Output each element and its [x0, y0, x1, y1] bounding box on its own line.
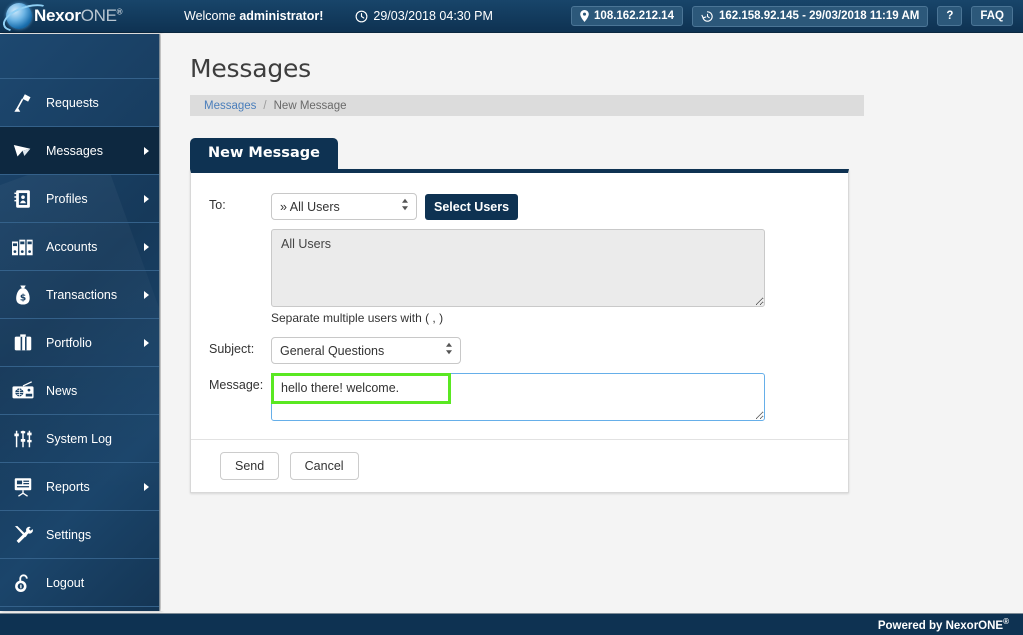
footer-registered: ®: [1003, 617, 1009, 627]
sidebar-item-portfolio[interactable]: Portfolio: [0, 319, 159, 367]
to-field-row: To: » All Users Select Users All Users S…: [191, 193, 848, 325]
sidebar-item-profiles[interactable]: Profiles: [0, 175, 159, 223]
cancel-button[interactable]: Cancel: [289, 452, 359, 480]
sidebar-item-label: System Log: [46, 431, 113, 446]
footer-credit-text: Powered by NexorONE: [877, 619, 1004, 632]
message-label: Message:: [209, 378, 264, 392]
sidebar-item-transactions[interactable]: $ Transactions: [0, 271, 159, 319]
chevron-right-icon: [144, 194, 149, 203]
sidebar-item-label: Portfolio: [46, 335, 92, 350]
history-clock-icon: [701, 10, 714, 23]
help-button[interactable]: ?: [937, 6, 963, 26]
message-field-group: hello there! welcome.: [271, 373, 765, 421]
new-message-form: To: » All Users Select Users All Users S…: [191, 173, 848, 439]
money-bag-icon: $: [0, 284, 46, 306]
subject-select-wrapper: General Questions: [271, 337, 461, 364]
sidebar-item-label: Messages: [46, 143, 103, 158]
to-field-hint: Separate multiple users with ( , ): [271, 311, 444, 325]
brand-logo-one: ONE: [80, 6, 117, 25]
welcome-prefix: Welcome: [184, 9, 240, 23]
presentation-icon: [0, 476, 46, 498]
last-login-pill[interactable]: 162.158.92.145 - 29/03/2018 11:19 AM: [691, 5, 929, 27]
location-pin-icon: [580, 10, 589, 22]
unlocked-padlock-icon: [0, 572, 46, 594]
sliders-icon: [0, 428, 46, 450]
send-button[interactable]: Send: [220, 452, 280, 480]
last-login-text: 162.158.92.145 - 29/03/2018 11:19 AM: [718, 10, 920, 22]
form-actions: Send Cancel: [191, 439, 848, 492]
breadcrumb-separator: /: [263, 99, 267, 112]
top-header-bar: NexorONE® Welcome administrator! 29/03/2…: [0, 0, 1023, 33]
sidebar-item-logout[interactable]: Logout: [0, 559, 159, 607]
address-book-icon: [0, 188, 46, 210]
new-message-panel: To: » All Users Select Users All Users S…: [190, 169, 849, 493]
svg-text:$: $: [20, 293, 26, 303]
message-field-row: Message: hello there! welcome.: [191, 373, 848, 421]
sidebar-item-accounts[interactable]: Accounts: [0, 223, 159, 271]
brand-logo[interactable]: NexorONE®: [0, 0, 168, 33]
current-datetime: 29/03/2018 04:30 PM: [355, 9, 493, 23]
breadcrumb: Messages / New Message: [190, 95, 864, 116]
footer-credit: Powered by NexorONE®: [878, 617, 1023, 632]
paper-plane-icon: [0, 140, 46, 162]
sidebar-item-label: Profiles: [46, 191, 88, 206]
select-users-button[interactable]: Select Users: [425, 193, 519, 220]
desk-lamp-icon: [0, 92, 46, 114]
to-recipients-textarea[interactable]: All Users: [271, 229, 765, 307]
page-title: Messages: [190, 54, 311, 83]
message-body-textarea[interactable]: hello there! welcome.: [271, 373, 765, 421]
tab-bar: New Message: [190, 138, 1023, 169]
current-datetime-text: 29/03/2018 04:30 PM: [373, 9, 493, 23]
to-select-wrapper: » All Users: [271, 193, 417, 220]
sidebar-item-news[interactable]: News: [0, 367, 159, 415]
sidebar-item-label: Logout: [46, 575, 85, 590]
subject-select[interactable]: General Questions: [271, 337, 461, 364]
sidebar-item-system-log[interactable]: System Log: [0, 415, 159, 463]
binders-icon: [0, 236, 46, 258]
header-right-group: 108.162.212.14 162.158.92.145 - 29/03/20…: [571, 5, 1023, 27]
brand-logo-nexor: Nexor: [34, 6, 81, 25]
sidebar-item-label: Transactions: [46, 287, 118, 302]
sidebar-item-requests[interactable]: Requests: [0, 79, 159, 127]
subject-field-row: Subject: General Questions: [191, 337, 848, 364]
chevron-right-icon: [144, 146, 149, 155]
sidebar-item-label: News: [46, 383, 78, 398]
tab-new-message[interactable]: New Message: [190, 138, 338, 169]
brand-logo-registered: ®: [116, 7, 123, 17]
welcome-message: Welcome administrator!: [184, 9, 323, 23]
page-footer: Powered by NexorONE®: [0, 613, 1023, 635]
globe-orb-logo-icon: [6, 3, 32, 29]
chevron-right-icon: [144, 290, 149, 299]
breadcrumb-link-messages[interactable]: Messages: [204, 100, 256, 112]
sidebar-item-reports[interactable]: Reports: [0, 463, 159, 511]
to-label: To:: [209, 198, 226, 212]
chevron-right-icon: [144, 482, 149, 491]
sidebar-item-label: Accounts: [46, 239, 98, 254]
clock-icon: [355, 10, 368, 23]
sidebar-top-spacer: [0, 34, 159, 79]
chevron-right-icon: [144, 242, 149, 251]
to-field-group: » All Users Select Users All Users Separ…: [271, 193, 765, 325]
current-ip-pill[interactable]: 108.162.212.14: [571, 6, 683, 26]
brand-logo-text: NexorONE®: [34, 6, 123, 26]
sidebar-item-label: Requests: [46, 95, 99, 110]
sidebar-navigation: Requests Messages Profiles Accounts $ Tr…: [0, 34, 160, 611]
to-select[interactable]: » All Users: [271, 193, 417, 220]
chevron-right-icon: [144, 338, 149, 347]
sidebar-item-label: Reports: [46, 479, 90, 494]
subject-label: Subject:: [209, 342, 255, 356]
wrench-screwdriver-icon: [0, 524, 46, 546]
sidebar-item-messages[interactable]: Messages: [0, 127, 159, 175]
sidebar-item-settings[interactable]: Settings: [0, 511, 159, 559]
main-content-area: Messages Messages / New Message New Mess…: [161, 34, 1023, 611]
welcome-username: administrator!: [239, 9, 324, 23]
radio-icon: [0, 380, 46, 402]
sidebar-item-label: Settings: [46, 527, 92, 542]
current-ip-text: 108.162.212.14: [594, 10, 674, 22]
faq-button[interactable]: FAQ: [971, 6, 1013, 26]
breadcrumb-current: New Message: [273, 99, 347, 112]
briefcase-icon: [0, 332, 46, 354]
